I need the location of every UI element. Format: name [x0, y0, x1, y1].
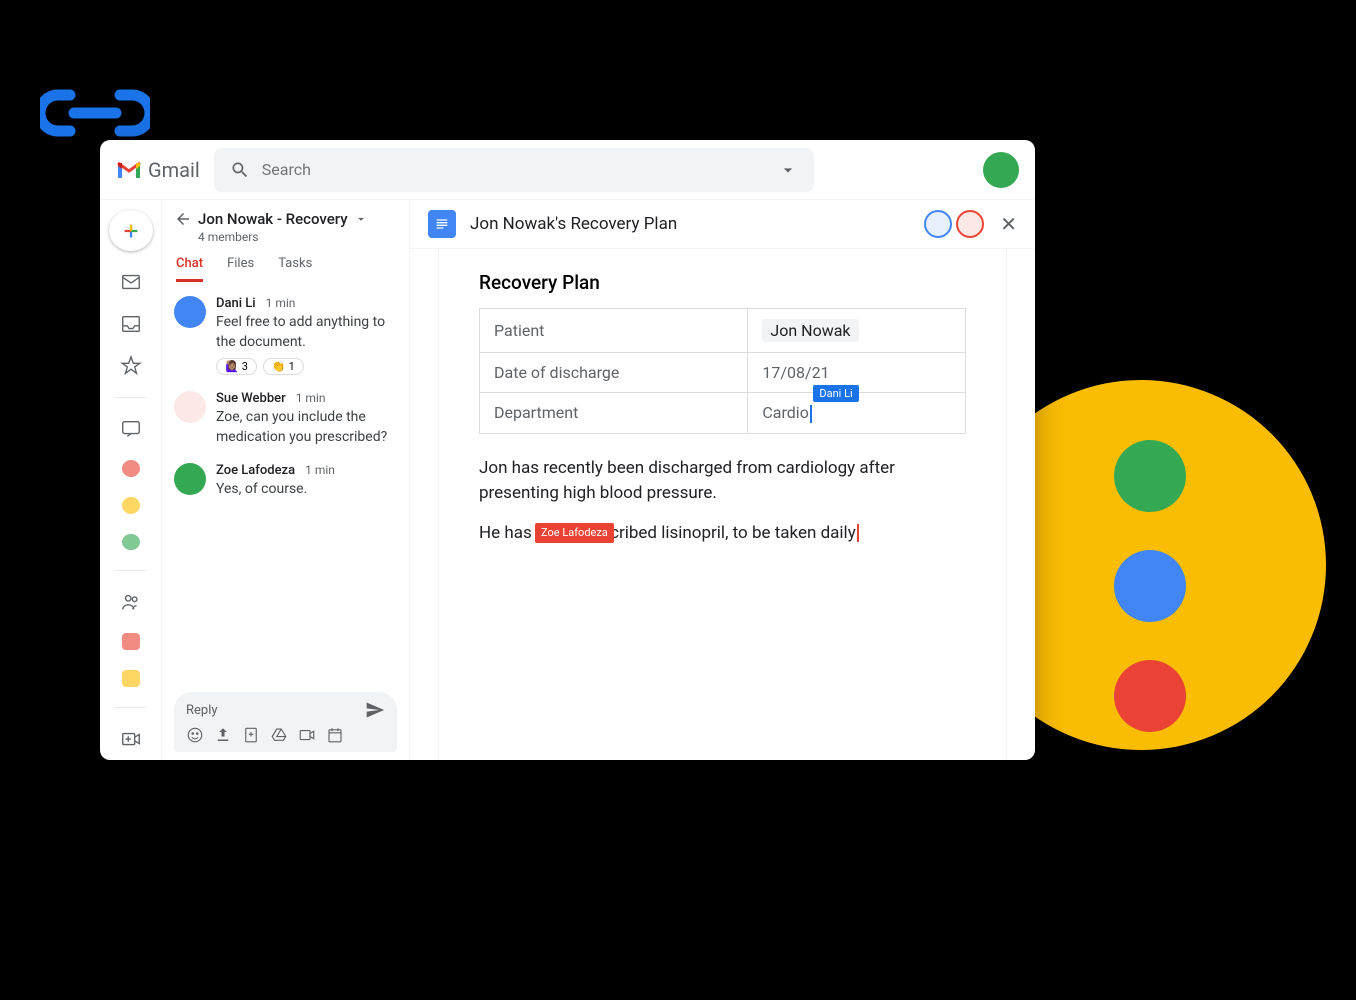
doc-body[interactable]: Recovery Plan Patient Jon Nowak Date of …: [438, 249, 1007, 760]
search-icon: [230, 160, 250, 180]
space-red[interactable]: [122, 633, 140, 650]
cursor-tag: Dani Li: [813, 385, 858, 402]
table-label: Date of discharge: [480, 353, 748, 393]
table-row: Patient Jon Nowak: [480, 309, 966, 353]
table-value: Cardio Dani Li: [748, 393, 966, 434]
cursor-tag: Zoe Lafodeza: [535, 523, 614, 544]
gmail-text: Gmail: [148, 158, 200, 182]
search-bar[interactable]: [214, 148, 814, 192]
status-dot-yellow[interactable]: [122, 497, 140, 514]
table-row: Department Cardio Dani Li: [480, 393, 966, 434]
link-icon: [40, 85, 150, 140]
send-icon[interactable]: [365, 700, 385, 720]
mail-icon[interactable]: [120, 271, 142, 293]
reaction[interactable]: 👏1: [263, 358, 304, 375]
chat-members[interactable]: 4 members: [174, 230, 397, 244]
doc-collaborators: ✕: [924, 210, 1017, 238]
compose-button[interactable]: [109, 210, 153, 251]
collaborator-avatar[interactable]: [956, 210, 984, 238]
msg-text: Feel free to add anything to the documen…: [216, 313, 397, 352]
left-rail: [100, 200, 162, 760]
avatar: [174, 296, 206, 328]
meet-icon[interactable]: [120, 728, 142, 750]
chat-messages: Dani Li 1 min Feel free to add anything …: [162, 282, 409, 684]
collaborator-avatar[interactable]: [924, 210, 952, 238]
msg-time: 1 min: [305, 463, 335, 477]
plus-icon: [120, 220, 142, 242]
chat-message: Sue Webber 1 min Zoe, can you include th…: [174, 391, 397, 447]
reaction[interactable]: 🙋🏽‍♀️3: [216, 358, 257, 375]
emoji-icon[interactable]: [186, 726, 204, 744]
doc-heading: Recovery Plan: [479, 271, 966, 294]
upload-icon[interactable]: [214, 726, 232, 744]
space-yellow[interactable]: [122, 670, 140, 687]
avatar: [174, 391, 206, 423]
video-icon[interactable]: [298, 726, 316, 744]
msg-author: Zoe Lafodeza: [216, 463, 295, 478]
tab-files[interactable]: Files: [227, 256, 254, 282]
chat-tabs: Chat Files Tasks: [162, 248, 409, 282]
reply-placeholder: Reply: [186, 703, 218, 718]
floating-avatar-1: [1114, 440, 1186, 512]
gmail-logo[interactable]: Gmail: [116, 158, 200, 182]
star-icon[interactable]: [120, 355, 142, 377]
search-input[interactable]: [262, 160, 766, 179]
tab-chat[interactable]: Chat: [176, 256, 203, 282]
tab-tasks[interactable]: Tasks: [278, 256, 312, 282]
msg-time: 1 min: [266, 296, 296, 310]
chat-title[interactable]: Jon Nowak - Recovery: [198, 210, 348, 228]
status-dot-red[interactable]: [122, 460, 140, 477]
app-window: Gmail: [100, 140, 1035, 760]
msg-author: Sue Webber: [216, 391, 286, 406]
doc-paragraph: Jon has recently been discharged from ca…: [479, 456, 966, 507]
chat-panel: Jon Nowak - Recovery 4 members Chat File…: [162, 200, 410, 760]
drive-icon[interactable]: [270, 726, 288, 744]
reply-box: Reply: [162, 684, 409, 760]
table-label: Department: [480, 393, 748, 434]
msg-text: Zoe, can you include the medication you …: [216, 408, 397, 447]
avatar: [174, 463, 206, 495]
chevron-down-icon[interactable]: [354, 212, 368, 226]
inbox-icon[interactable]: [120, 313, 142, 335]
doc-header: Jon Nowak's Recovery Plan ✕: [410, 200, 1035, 249]
doc-paragraph: He has been prescribed lisinopril, to be…: [479, 521, 966, 547]
docs-icon: [428, 210, 456, 238]
dropdown-icon[interactable]: [778, 160, 798, 180]
table-value: Jon Nowak: [748, 309, 966, 353]
status-dot-green[interactable]: [122, 534, 140, 551]
back-arrow-icon[interactable]: [174, 210, 192, 228]
doc-table: Patient Jon Nowak Date of discharge 17/0…: [479, 308, 966, 434]
msg-author: Dani Li: [216, 296, 256, 311]
msg-time: 1 min: [296, 391, 326, 405]
chat-header: Jon Nowak - Recovery 4 members: [162, 200, 409, 248]
msg-text: Yes, of course.: [216, 480, 397, 500]
gmail-icon: [116, 160, 142, 180]
doc-title[interactable]: Jon Nowak's Recovery Plan: [470, 214, 677, 234]
floating-avatar-2: [1114, 550, 1186, 622]
top-bar: Gmail: [100, 140, 1035, 200]
chat-message: Dani Li 1 min Feel free to add anything …: [174, 296, 397, 375]
profile-avatar[interactable]: [983, 152, 1019, 188]
calendar-icon[interactable]: [326, 726, 344, 744]
doc-panel: Jon Nowak's Recovery Plan ✕ Recovery Pla…: [410, 200, 1035, 760]
floating-avatar-3: [1114, 660, 1186, 732]
people-icon[interactable]: [120, 591, 142, 613]
table-row: Date of discharge 17/08/21: [480, 353, 966, 393]
chat-icon[interactable]: [120, 418, 142, 440]
chat-message: Zoe Lafodeza 1 min Yes, of course.: [174, 463, 397, 500]
table-label: Patient: [480, 309, 748, 353]
close-button[interactable]: ✕: [1000, 212, 1017, 236]
doc-add-icon[interactable]: [242, 726, 260, 744]
reply-input[interactable]: Reply: [174, 692, 397, 752]
